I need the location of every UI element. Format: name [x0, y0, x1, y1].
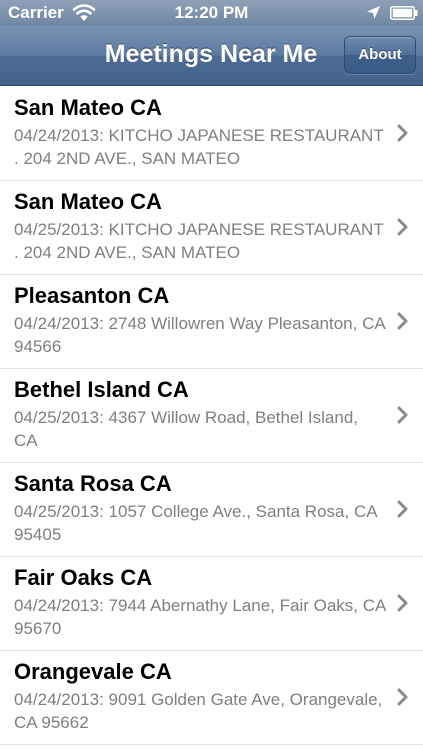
screen: Carrier 12:20 PM Meetings Near Me About …: [0, 0, 423, 750]
chevron-right-icon: [397, 312, 408, 330]
meeting-detail: 04/24/2013: 9091 Golden Gate Ave, Orange…: [14, 690, 383, 732]
navigation-bar: Meetings Near Me About: [0, 26, 423, 86]
clock: 12:20 PM: [174, 3, 249, 22]
meeting-detail: 04/25/2013: 1057 College Ave., Santa Ros…: [14, 502, 377, 544]
meeting-detail: 04/24/2013: 7944 Abernathy Lane, Fair Oa…: [14, 596, 386, 638]
meeting-city: Bethel Island CA: [14, 377, 189, 402]
meeting-row[interactable]: Orangevale CA 04/24/2013: 9091 Golden Gat…: [0, 651, 423, 745]
meetings-list: San Mateo CA 04/24/2013: KITCHO JAPANESE …: [0, 87, 423, 745]
meeting-city: San Mateo CA: [14, 189, 162, 214]
chevron-right-icon: [397, 218, 408, 236]
battery-icon: [390, 6, 418, 20]
location-icon: [367, 6, 380, 19]
chevron-right-icon: [397, 594, 408, 612]
meeting-row[interactable]: Pleasanton CA 04/24/2013: 2748 Willowren …: [0, 275, 423, 369]
meeting-city: Fair Oaks CA: [14, 565, 153, 590]
status-bar: Carrier 12:20 PM: [0, 0, 423, 26]
page-title: Meetings Near Me: [104, 40, 318, 68]
meeting-city: Pleasanton CA: [14, 283, 170, 308]
chevron-right-icon: [397, 124, 408, 142]
meeting-row[interactable]: Bethel Island CA 04/25/2013: 4367 Willow …: [0, 369, 423, 463]
meeting-row[interactable]: San Mateo CA 04/24/2013: KITCHO JAPANESE …: [0, 87, 423, 181]
meeting-detail: 04/25/2013: KITCHO JAPANESE RESTAURANT .…: [14, 220, 384, 262]
meeting-row[interactable]: San Mateo CA 04/25/2013: KITCHO JAPANESE …: [0, 181, 423, 275]
chevron-right-icon: [397, 406, 408, 424]
chevron-right-icon: [397, 688, 408, 706]
about-button[interactable]: About: [344, 36, 416, 74]
meeting-city: Santa Rosa CA: [14, 471, 172, 496]
meeting-city: San Mateo CA: [14, 95, 162, 120]
meeting-detail: 04/25/2013: 4367 Willow Road, Bethel Isl…: [14, 408, 359, 450]
meeting-row[interactable]: Santa Rosa CA 04/25/2013: 1057 College Av…: [0, 463, 423, 557]
chevron-right-icon: [397, 500, 408, 518]
meeting-detail: 04/24/2013: KITCHO JAPANESE RESTAURANT .…: [14, 126, 384, 168]
meeting-row[interactable]: Fair Oaks CA 04/24/2013: 7944 Abernathy L…: [0, 557, 423, 651]
meeting-city: Orangevale CA: [14, 659, 172, 684]
meeting-detail: 04/24/2013: 2748 Willowren Way Pleasanto…: [14, 314, 385, 356]
